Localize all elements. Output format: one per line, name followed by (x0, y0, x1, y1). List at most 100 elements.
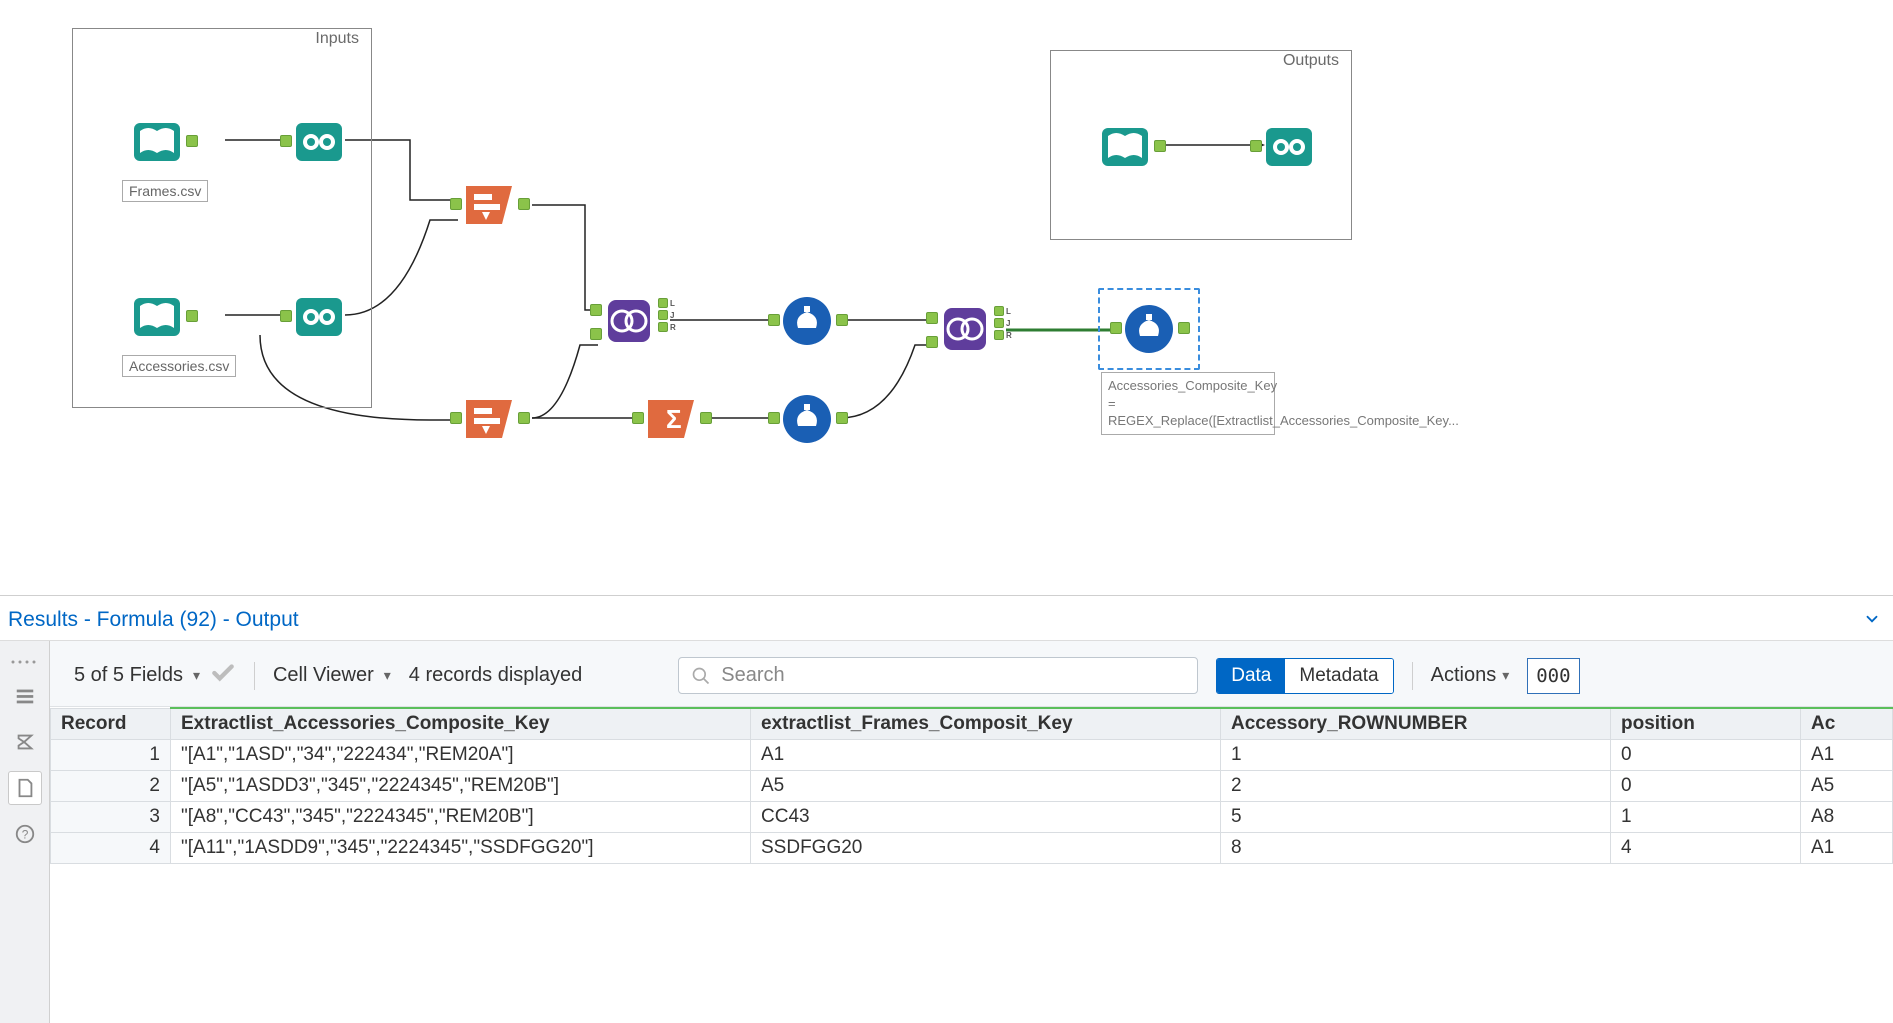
drag-handle-icon[interactable] (5, 659, 45, 667)
join-node-1[interactable] (602, 294, 656, 348)
cell-record: 2 (51, 771, 171, 802)
anchor[interactable] (590, 304, 602, 316)
anchor[interactable] (700, 412, 712, 424)
data-tab[interactable]: Data (1217, 659, 1285, 693)
cell-record: 4 (51, 833, 171, 864)
browse-node-1[interactable] (292, 115, 346, 169)
table-row[interactable]: 4"[A11","1ASDD9","345","2224345","SSDFGG… (51, 833, 1893, 864)
decimal-places-box[interactable]: 000 (1527, 658, 1579, 694)
cell-c1[interactable]: "[A11","1ASDD9","345","2224345","SSDFGG2… (171, 833, 751, 864)
anchor[interactable] (450, 198, 462, 210)
anchor[interactable] (632, 412, 644, 424)
cell-c2[interactable]: CC43 (751, 802, 1221, 833)
anchor[interactable] (450, 412, 462, 424)
data-metadata-toggle[interactable]: Data Metadata (1216, 658, 1393, 694)
results-toolbar: 5 of 5 Fields ▾ Cell Viewer ▾ 4 records … (50, 641, 1893, 707)
cell-c4[interactable]: 1 (1611, 802, 1801, 833)
results-panel: Results - Formula (92) - Output ? (0, 595, 1893, 1023)
cell-c1[interactable]: "[A5","1ASDD3","345","2224345","REM20B"] (171, 771, 751, 802)
side-tab-help-icon[interactable]: ? (8, 817, 42, 851)
cell-c4[interactable]: 0 (1611, 771, 1801, 802)
formula-node-1[interactable] (780, 294, 834, 348)
check-icon (210, 660, 236, 692)
anchor[interactable] (518, 198, 530, 210)
anchor[interactable] (280, 135, 292, 147)
cell-record: 3 (51, 802, 171, 833)
records-count: 4 records displayed (409, 664, 582, 687)
cell-c4[interactable]: 4 (1611, 833, 1801, 864)
cell-c5[interactable]: A1 (1801, 833, 1893, 864)
cell-c5[interactable]: A8 (1801, 802, 1893, 833)
workflow-canvas[interactable]: Inputs Outputs Frames.csv Accessories.cs… (0, 0, 1893, 595)
col-extractlist-frames[interactable]: extractlist_Frames_Composit_Key (751, 708, 1221, 740)
anchor[interactable] (1178, 322, 1190, 334)
col-position[interactable]: position (1611, 708, 1801, 740)
formula-node-selected[interactable] (1122, 302, 1176, 356)
cell-viewer-dropdown[interactable]: Cell Viewer ▾ (273, 664, 391, 687)
browse-node-2[interactable] (292, 290, 346, 344)
cell-c3[interactable]: 1 (1221, 740, 1611, 771)
output-node-book[interactable] (1098, 120, 1152, 174)
search-input[interactable]: Search (678, 657, 1198, 694)
table-row[interactable]: 3"[A8","CC43","345","2224345","REM20B"]C… (51, 802, 1893, 833)
results-side-tabs: ? (0, 641, 50, 1023)
anchor[interactable] (836, 412, 848, 424)
fields-dropdown[interactable]: 5 of 5 Fields ▾ (74, 660, 236, 692)
join-node-2[interactable] (938, 302, 992, 356)
results-table[interactable]: Record Extractlist_Accessories_Composite… (50, 707, 1893, 864)
anchor[interactable] (590, 328, 602, 340)
table-header-row: Record Extractlist_Accessories_Composite… (51, 708, 1893, 740)
results-title: Results - Formula (92) - Output (8, 608, 299, 632)
cell-c5[interactable]: A5 (1801, 771, 1893, 802)
search-icon (691, 666, 711, 686)
cell-c3[interactable]: 8 (1221, 833, 1611, 864)
anchor[interactable] (280, 310, 292, 322)
anchor[interactable] (1250, 140, 1262, 152)
inputs-container[interactable]: Inputs (72, 28, 372, 408)
side-tab-list-icon[interactable] (8, 679, 42, 713)
input-label-accessories: Accessories.csv (122, 355, 236, 377)
anchor[interactable] (768, 412, 780, 424)
col-extractlist-acc[interactable]: Extractlist_Accessories_Composite_Key (171, 708, 751, 740)
input-label-frames: Frames.csv (122, 180, 208, 202)
cell-c1[interactable]: "[A8","CC43","345","2224345","REM20B"] (171, 802, 751, 833)
results-header: Results - Formula (92) - Output (0, 596, 1893, 641)
cell-c2[interactable]: SSDFGG20 (751, 833, 1221, 864)
table-row[interactable]: 2"[A5","1ASDD3","345","2224345","REM20B"… (51, 771, 1893, 802)
cell-c3[interactable]: 5 (1221, 802, 1611, 833)
collapse-results-icon[interactable] (1863, 610, 1881, 631)
actions-dropdown[interactable]: Actions▾ (1431, 664, 1510, 687)
col-ac[interactable]: Ac (1801, 708, 1893, 740)
side-tab-page-icon[interactable] (8, 771, 42, 805)
cell-c2[interactable]: A5 (751, 771, 1221, 802)
cell-c1[interactable]: "[A1","1ASD","34","222434","REM20A"] (171, 740, 751, 771)
cell-c3[interactable]: 2 (1221, 771, 1611, 802)
cell-c5[interactable]: A1 (1801, 740, 1893, 771)
table-row[interactable]: 1"[A1","1ASD","34","222434","REM20A"]A11… (51, 740, 1893, 771)
output-node-browse[interactable] (1262, 120, 1316, 174)
cell-record: 1 (51, 740, 171, 771)
cell-c2[interactable]: A1 (751, 740, 1221, 771)
append-fields-node-2[interactable] (462, 392, 516, 446)
container-title-inputs: Inputs (309, 28, 365, 50)
anchor[interactable] (1154, 140, 1166, 152)
input-node-accessories[interactable] (130, 290, 184, 344)
side-tab-sigma-icon[interactable] (8, 725, 42, 759)
anchor[interactable] (926, 312, 938, 324)
cell-c4[interactable]: 0 (1611, 740, 1801, 771)
anchor[interactable] (518, 412, 530, 424)
anchor[interactable] (186, 135, 198, 147)
anchor[interactable] (186, 310, 198, 322)
append-fields-node-1[interactable] (462, 178, 516, 232)
metadata-tab[interactable]: Metadata (1285, 659, 1392, 693)
formula-node-2[interactable] (780, 392, 834, 446)
anchor[interactable] (768, 314, 780, 326)
anchor[interactable] (926, 336, 938, 348)
summarize-node[interactable]: Σ (644, 392, 698, 446)
col-record[interactable]: Record (51, 708, 171, 740)
anchor[interactable] (1110, 322, 1122, 334)
svg-text:Σ: Σ (666, 404, 682, 434)
col-accessory-rownumber[interactable]: Accessory_ROWNUMBER (1221, 708, 1611, 740)
anchor[interactable] (836, 314, 848, 326)
input-node-frames[interactable] (130, 115, 184, 169)
